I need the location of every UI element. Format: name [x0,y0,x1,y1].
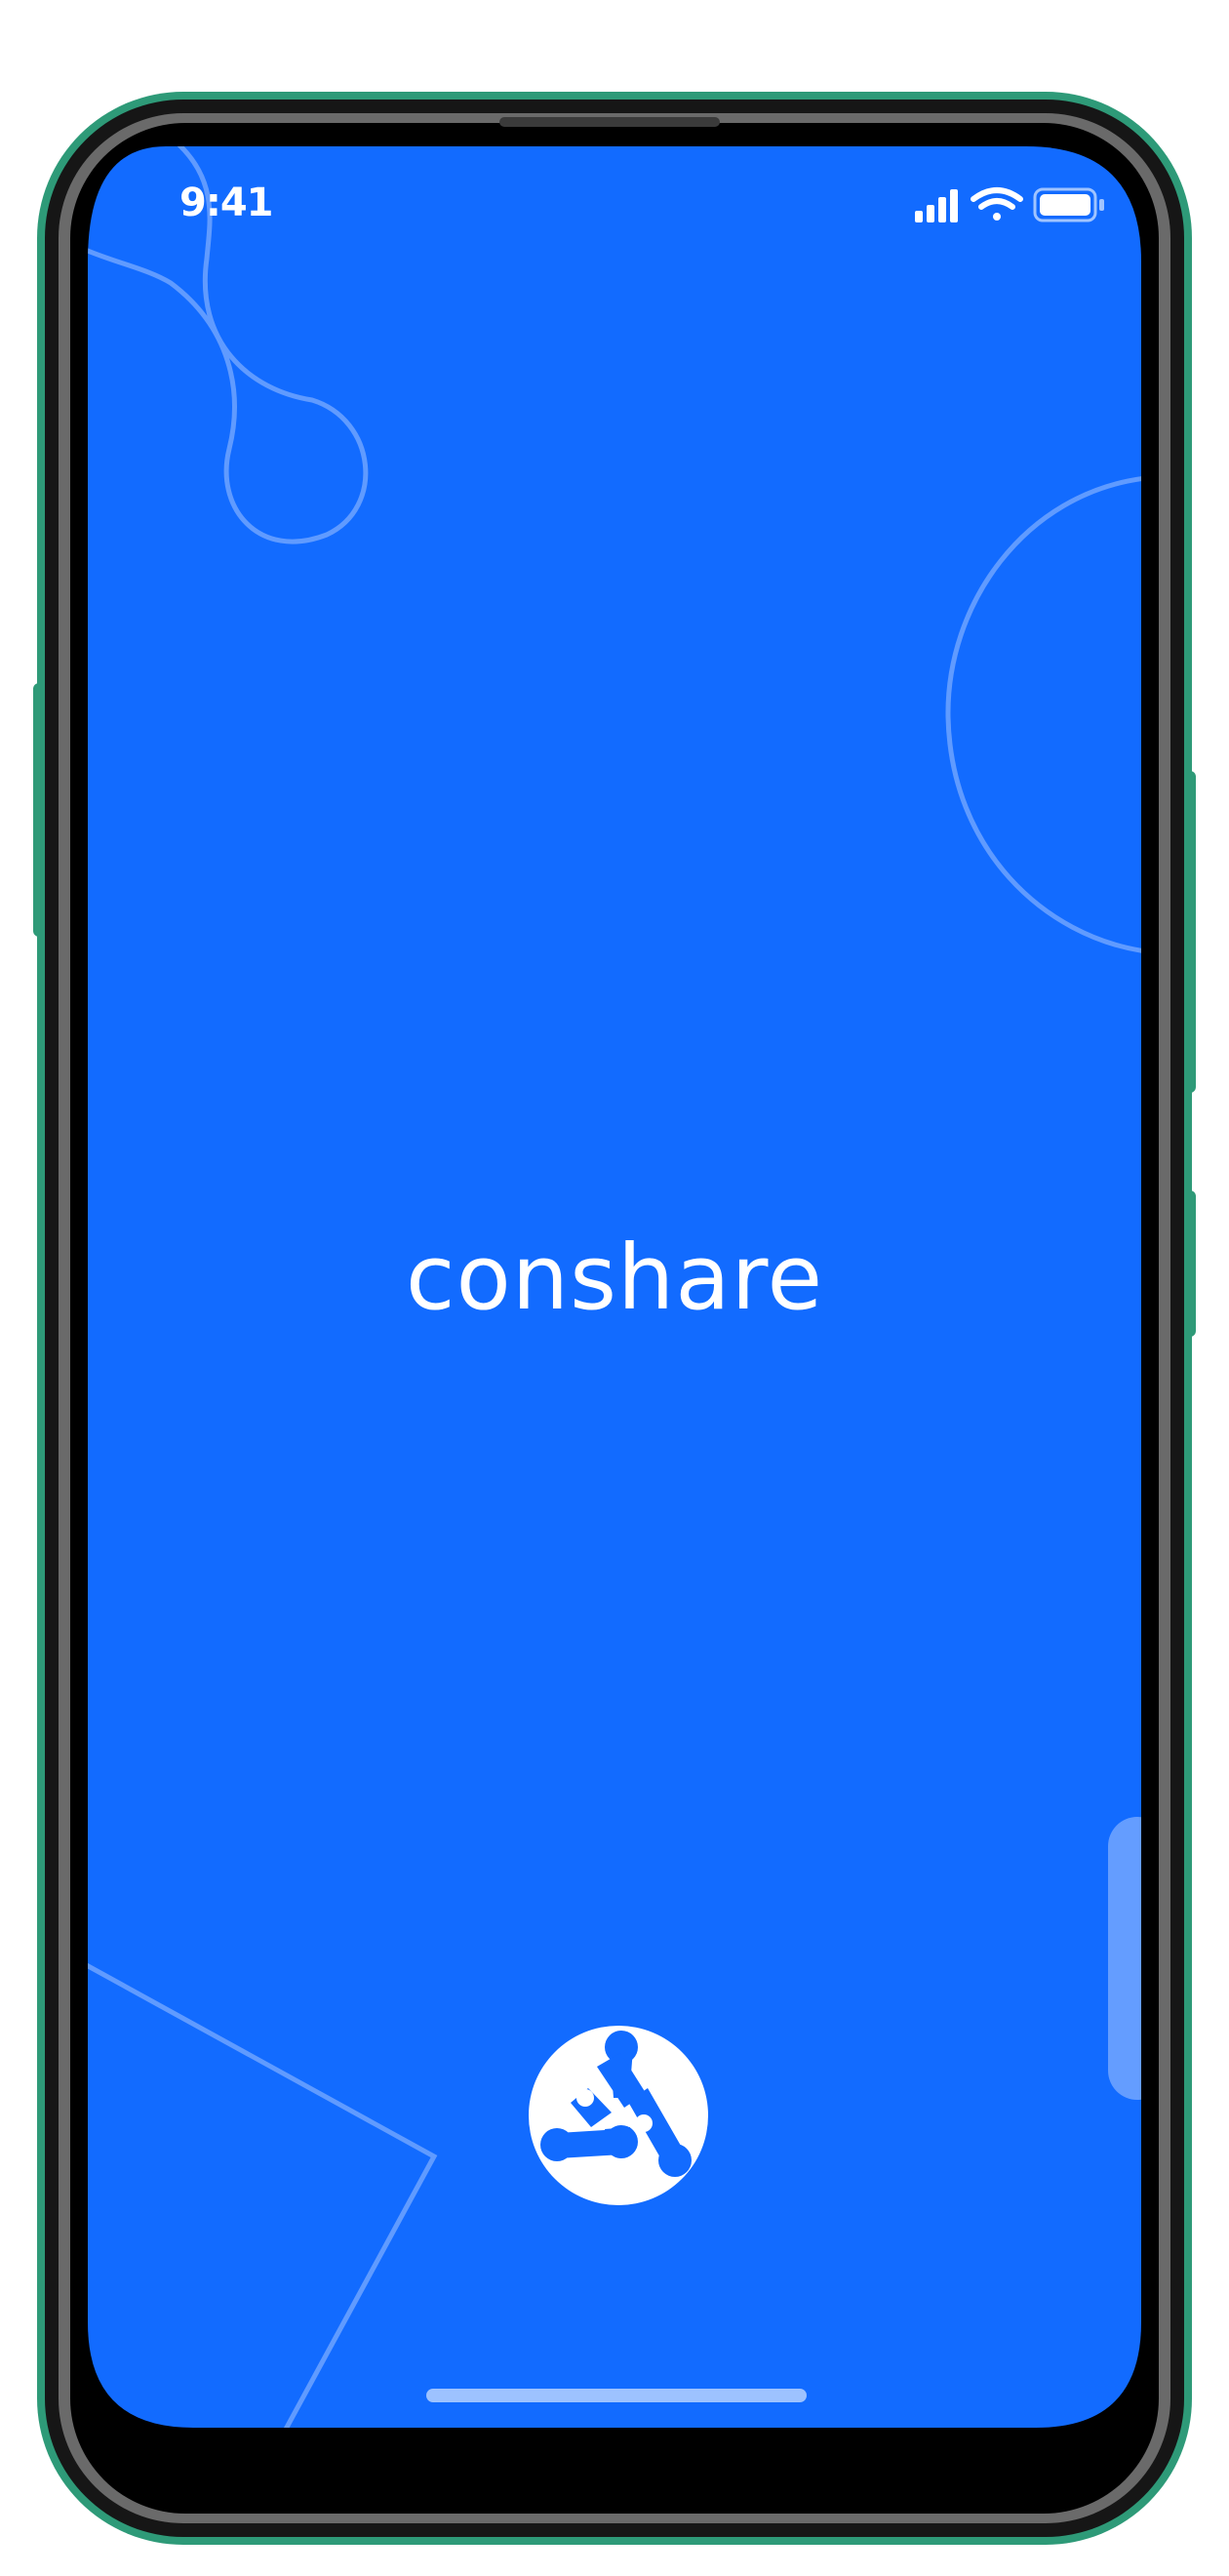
wifi-icon [971,187,1023,221]
home-indicator[interactable] [426,2389,807,2402]
speaker-grille [499,117,720,127]
battery-icon [1033,187,1104,222]
status-bar-icons [915,187,1104,222]
status-bar-time: 9:41 [179,181,273,225]
conshare-logo-icon [529,2026,708,2205]
cellular-signal-icon [915,189,958,222]
app-name: conshare [405,1226,824,1330]
